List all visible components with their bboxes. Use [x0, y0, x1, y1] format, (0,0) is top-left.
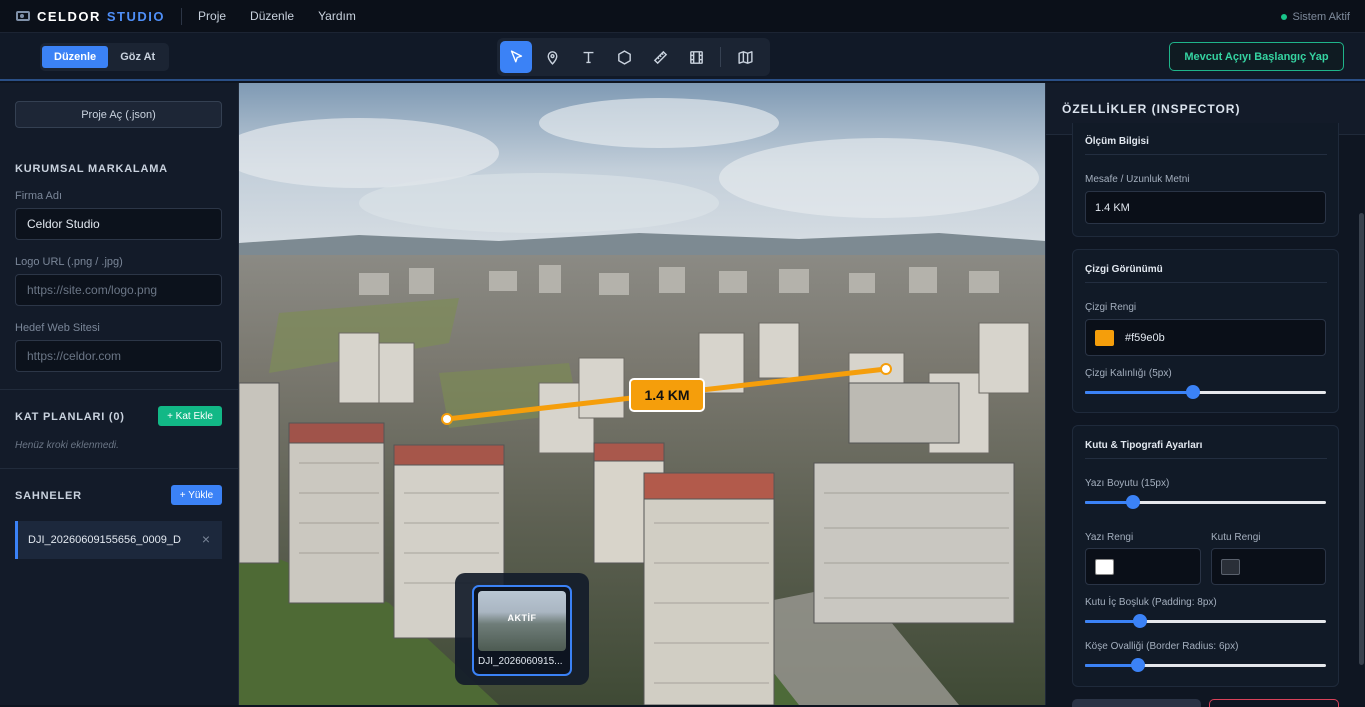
- measurement-section-title: Ölçüm Bilgisi: [1085, 136, 1149, 147]
- pin-tool-button[interactable]: [536, 41, 568, 73]
- secondary-action-button[interactable]: [1072, 699, 1201, 707]
- brand-name: CELDOR: [37, 8, 101, 24]
- scene-thumbnail-image: AKTİF: [478, 591, 566, 651]
- menu-divider: [181, 7, 183, 25]
- tool-palette: [497, 38, 770, 76]
- film-icon: [689, 50, 703, 64]
- text-tool-button[interactable]: [572, 41, 604, 73]
- card-divider: [1085, 458, 1327, 459]
- ruler-icon: [653, 50, 667, 64]
- padding-slider[interactable]: [1085, 613, 1326, 629]
- slider-knob[interactable]: [1131, 658, 1146, 672]
- text-color-label: Yazı Rengi: [1085, 532, 1134, 543]
- system-status: Sistem Aktif: [1280, 11, 1350, 23]
- box-section-title: Kutu & Tipografi Ayarları: [1085, 440, 1203, 451]
- border-radius-slider[interactable]: [1085, 657, 1326, 673]
- distance-text-input[interactable]: 1.4 KM: [1085, 191, 1326, 224]
- line-width-slider[interactable]: [1085, 384, 1326, 400]
- text-color-picker[interactable]: [1085, 548, 1201, 585]
- select-tool-button[interactable]: [500, 41, 532, 73]
- inspector-panel: ÖZELLİKLER (INSPECTOR) Ölçüm Bilgisi Mes…: [1045, 83, 1365, 707]
- box-color-label: Kutu Rengi: [1211, 532, 1261, 543]
- font-size-slider[interactable]: [1085, 494, 1326, 510]
- brand-suffix: STUDIO: [106, 8, 166, 24]
- section-divider: [0, 468, 238, 469]
- toolbar: Düzenle Göz At Mevcut Açıyı Başlangıç Ya…: [0, 33, 1365, 81]
- status-dot-icon: [1280, 14, 1287, 20]
- scene-thumbnail-name: DJI_2026060915...: [478, 656, 563, 667]
- tool-divider: [720, 47, 721, 67]
- polygon-tool-button[interactable]: [608, 41, 640, 73]
- map-tool-button[interactable]: [729, 41, 761, 73]
- polygon-icon: [617, 49, 631, 65]
- text-color-swatch: [1095, 558, 1114, 575]
- film-tool-button[interactable]: [680, 41, 712, 73]
- scene-thumbnail-strip: AKTİF DJI_2026060915...: [455, 573, 589, 685]
- app-logo: CELDOR STUDIO: [16, 9, 165, 24]
- menu-duzenle[interactable]: Düzenle: [250, 9, 294, 23]
- box-color-swatch: [1221, 558, 1240, 575]
- card-divider: [1085, 154, 1327, 155]
- floorplans-section-title: KAT PLANLARI (0): [15, 411, 125, 423]
- font-size-label: Yazı Boyutu (15px): [1085, 478, 1170, 489]
- line-width-label: Çizgi Kalınlığı (5px): [1085, 368, 1172, 379]
- border-radius-label: Köşe Ovalliği (Border Radius: 6px): [1085, 641, 1239, 652]
- line-color-picker[interactable]: #f59e0b: [1085, 319, 1326, 356]
- camera-icon: [16, 11, 30, 21]
- delete-action-button[interactable]: [1209, 699, 1339, 707]
- set-start-view-button[interactable]: Mevcut Açıyı Başlangıç Yap: [1169, 42, 1344, 71]
- measurement-label[interactable]: 1.4 KM: [629, 378, 705, 412]
- mode-toggle: Düzenle Göz At: [40, 43, 170, 71]
- scene-list-item[interactable]: DJI_20260609155656_0009_D ×: [15, 521, 222, 559]
- box-color-picker[interactable]: [1211, 548, 1326, 585]
- system-status-label: Sistem Aktif: [1292, 11, 1350, 23]
- map-pin-icon: [547, 50, 557, 65]
- line-section-title: Çizgi Görünümü: [1085, 264, 1163, 275]
- text-icon: [583, 51, 593, 63]
- left-sidebar: Proje Aç (.json) KURUMSAL MARKALAMA Firm…: [0, 83, 239, 705]
- mode-edit-button[interactable]: Düzenle: [42, 46, 109, 68]
- upload-scene-button[interactable]: + Yükle: [171, 485, 222, 505]
- map-icon: [737, 50, 753, 64]
- website-label: Hedef Web Sitesi: [15, 322, 100, 334]
- slider-knob[interactable]: [1186, 385, 1201, 399]
- line-style-card: Çizgi Görünümü Çizgi Rengi #f59e0b Çizgi…: [1072, 249, 1339, 413]
- inspector-title: ÖZELLİKLER (INSPECTOR): [1062, 102, 1241, 116]
- mode-browse-button[interactable]: Göz At: [108, 46, 167, 68]
- active-badge: AKTİF: [507, 613, 537, 623]
- card-divider: [1085, 282, 1327, 283]
- menu-proje[interactable]: Proje: [198, 9, 226, 23]
- branding-section-title: KURUMSAL MARKALAMA: [15, 163, 168, 175]
- menu-yardim[interactable]: Yardım: [318, 9, 356, 23]
- open-project-button[interactable]: Proje Aç (.json): [15, 101, 222, 128]
- logo-url-input[interactable]: https://site.com/logo.png: [15, 274, 222, 306]
- close-icon[interactable]: ×: [202, 531, 210, 547]
- scenes-section-title: SAHNELER: [15, 490, 82, 502]
- add-floor-button[interactable]: + Kat Ekle: [158, 406, 222, 426]
- select-cursor-icon: [510, 49, 522, 62]
- measurement-card: Ölçüm Bilgisi Mesafe / Uzunluk Metni 1.4…: [1072, 123, 1339, 237]
- measurement-end-handle[interactable]: [880, 363, 892, 375]
- floorplans-empty-note: Henüz kroki eklenmedi.: [15, 440, 119, 451]
- measurement-start-handle[interactable]: [441, 413, 453, 425]
- line-color-value: #f59e0b: [1125, 331, 1165, 344]
- company-label: Firma Adı: [15, 190, 63, 202]
- section-divider: [0, 389, 238, 390]
- inspector-scrollbar[interactable]: [1359, 213, 1364, 665]
- padding-label: Kutu İç Boşluk (Padding: 8px): [1085, 597, 1217, 608]
- distance-label: Mesafe / Uzunluk Metni: [1085, 174, 1190, 185]
- scene-name: DJI_20260609155656_0009_D: [28, 534, 181, 546]
- slider-knob[interactable]: [1133, 614, 1148, 628]
- line-color-swatch: [1095, 329, 1114, 346]
- website-input[interactable]: https://celdor.com: [15, 340, 222, 372]
- logo-url-label: Logo URL (.png / .jpg): [15, 256, 123, 268]
- menu-bar: CELDOR STUDIO Proje Düzenle Yardım Siste…: [0, 0, 1365, 33]
- panorama-viewport[interactable]: 1.4 KM AKTİF DJI_2026060915...: [239, 83, 1045, 705]
- scene-thumbnail[interactable]: AKTİF DJI_2026060915...: [472, 585, 572, 676]
- box-typography-card: Kutu & Tipografi Ayarları Yazı Boyutu (1…: [1072, 425, 1339, 687]
- company-name-input[interactable]: Celdor Studio: [15, 208, 222, 240]
- measure-tool-button[interactable]: [644, 41, 676, 73]
- slider-knob[interactable]: [1126, 495, 1141, 509]
- line-color-label: Çizgi Rengi: [1085, 302, 1137, 313]
